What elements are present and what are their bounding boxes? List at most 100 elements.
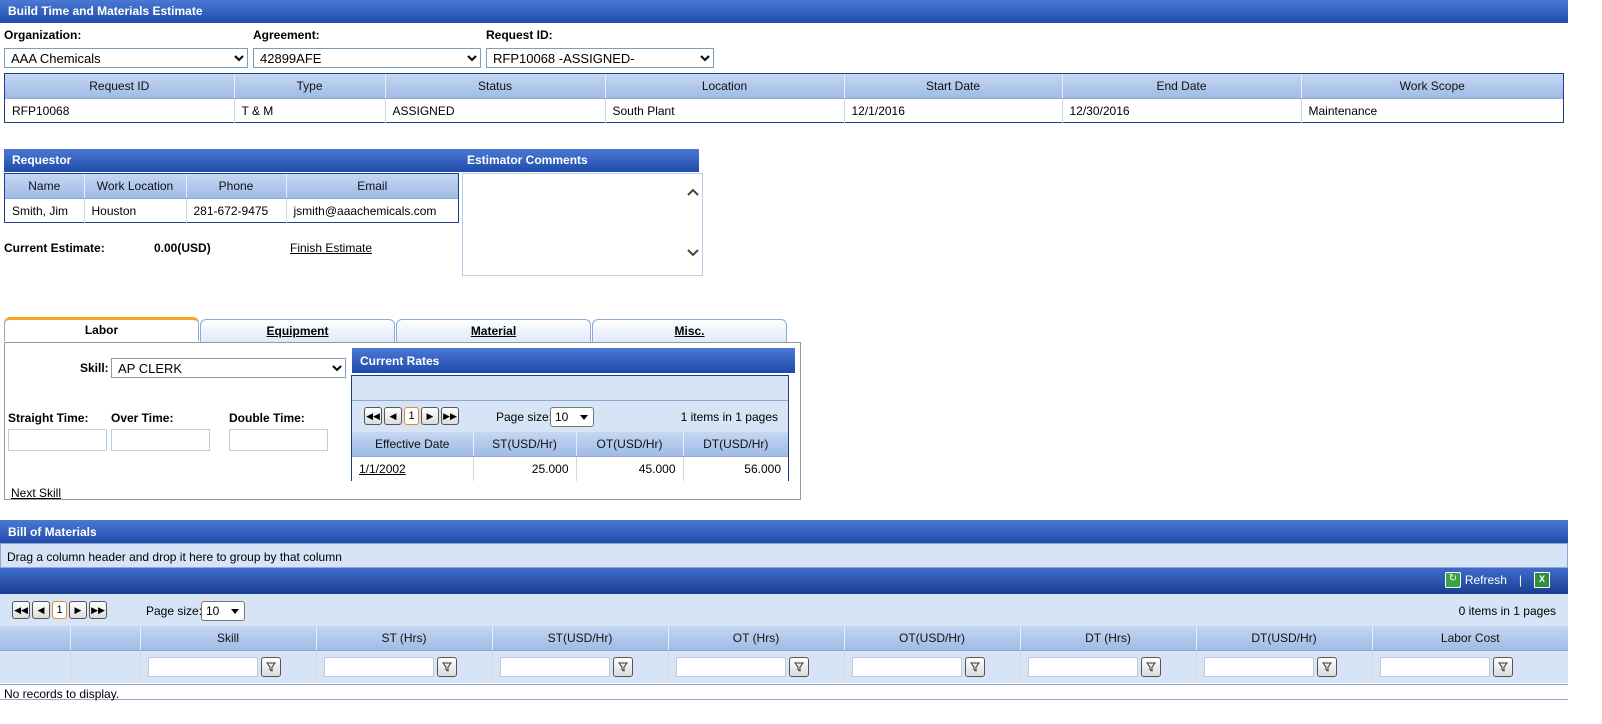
filter-input[interactable]	[499, 657, 610, 677]
first-page-icon[interactable]: ◀◀	[12, 601, 30, 619]
page-title: Build Time and Materials Estimate	[8, 4, 203, 18]
filter-icon[interactable]	[612, 657, 633, 677]
col-header[interactable]: OT(USD/Hr)	[576, 432, 684, 457]
filter-icon[interactable]	[788, 657, 809, 677]
filter-icon[interactable]	[1140, 657, 1161, 677]
cell-location: South Plant	[605, 98, 845, 123]
col-header[interactable]: Labor Cost	[1372, 626, 1568, 651]
tab-misc[interactable]: Misc.	[592, 319, 787, 343]
filter-input[interactable]	[323, 657, 434, 677]
cell-request-id: RFP10068	[5, 98, 235, 123]
col-header[interactable]: Work Scope	[1301, 74, 1563, 99]
cell-status: ASSIGNED	[385, 98, 606, 123]
bom-table: Skill ST (Hrs) ST(USD/Hr) OT (Hrs) OT(US…	[0, 626, 1568, 683]
table-row[interactable]: Smith, Jim Houston 281-672-9475 jsmith@a…	[5, 198, 458, 223]
organization-select[interactable]: AAA Chemicals	[4, 48, 248, 68]
filter-cell-ot-rate	[844, 650, 1021, 683]
filter-cell-skill	[140, 650, 317, 683]
filter-icon[interactable]	[260, 657, 281, 677]
table-row[interactable]: 1/1/2002 25.000 45.000 56.000	[352, 456, 788, 481]
last-page-icon[interactable]: ▶▶	[441, 407, 459, 425]
col-header[interactable]: OT (Hrs)	[668, 626, 845, 651]
prev-page-icon[interactable]: ◀	[384, 407, 402, 425]
col-header[interactable]: Status	[385, 74, 606, 99]
col-header[interactable]: Skill	[140, 626, 317, 651]
filter-icon[interactable]	[1492, 657, 1513, 677]
filter-input[interactable]	[675, 657, 786, 677]
finish-estimate-link[interactable]: Finish Estimate	[290, 241, 372, 255]
col-header[interactable]: Email	[286, 174, 458, 199]
bom-title: Bill of Materials	[8, 525, 97, 539]
filter-input[interactable]	[1203, 657, 1314, 677]
double-time-input[interactable]	[229, 429, 328, 451]
bom-page-size-select[interactable]: 10	[201, 601, 245, 621]
col-header[interactable]: Location	[605, 74, 845, 99]
bom-pager: ◀◀ ◀ 1 ▶ ▶▶	[12, 601, 109, 619]
col-header[interactable]: Request ID	[5, 74, 235, 99]
tab-labor[interactable]: Labor	[4, 317, 199, 341]
next-page-icon[interactable]: ▶	[421, 407, 439, 425]
filter-input[interactable]	[851, 657, 962, 677]
col-header[interactable]: ST(USD/Hr)	[473, 432, 577, 457]
filter-icon[interactable]	[1316, 657, 1337, 677]
col-header[interactable]: ST(USD/Hr)	[492, 626, 669, 651]
cell-work-location: Houston	[84, 198, 187, 223]
over-time-input[interactable]	[111, 429, 210, 451]
col-header[interactable]: Work Location	[84, 174, 187, 199]
next-page-icon[interactable]: ▶	[69, 601, 87, 619]
request-id-select[interactable]: RFP10068 -ASSIGNED-	[486, 48, 714, 68]
export-excel-icon[interactable]: X	[1534, 572, 1550, 588]
empty-text: No records to display.	[4, 687, 120, 701]
col-header[interactable]: DT (Hrs)	[1020, 626, 1197, 651]
tab-equipment[interactable]: Equipment	[200, 319, 395, 343]
effective-date-link[interactable]: 1/1/2002	[359, 462, 406, 476]
request-id-label: Request ID:	[486, 28, 553, 42]
col-header[interactable]: DT(USD/Hr)	[683, 432, 788, 457]
filter-input[interactable]	[1027, 657, 1138, 677]
cell-email: jsmith@aaachemicals.com	[293, 204, 437, 218]
page-number[interactable]: 1	[404, 407, 419, 425]
col-header[interactable]: DT(USD/Hr)	[1196, 626, 1373, 651]
tab-material[interactable]: Material	[396, 319, 591, 343]
cell-effective-date: 1/1/2002	[352, 456, 474, 481]
cell-ot-rate: 45.000	[576, 456, 684, 481]
scroll-down-icon[interactable]	[686, 247, 700, 261]
next-skill-link[interactable]: Next Skill	[11, 486, 61, 500]
prev-page-icon[interactable]: ◀	[32, 601, 50, 619]
page-number[interactable]: 1	[52, 601, 67, 619]
col-header[interactable]: OT(USD/Hr)	[844, 626, 1021, 651]
agreement-label: Agreement:	[253, 28, 320, 42]
col-header	[70, 626, 141, 651]
bom-filter-row	[0, 650, 1568, 683]
rates-page-size-label: Page size:	[496, 410, 553, 424]
double-time-label: Double Time:	[229, 411, 305, 425]
col-header[interactable]: Name	[5, 174, 85, 199]
filter-icon[interactable]	[436, 657, 457, 677]
bom-toolbar: ↻ Refresh | X	[0, 568, 1568, 594]
filter-icon[interactable]	[964, 657, 985, 677]
straight-time-input[interactable]	[8, 429, 107, 451]
filter-input[interactable]	[1379, 657, 1490, 677]
table-row[interactable]: RFP10068 T & M ASSIGNED South Plant 12/1…	[5, 98, 1563, 123]
filter-input[interactable]	[147, 657, 258, 677]
bom-header-bar: Bill of Materials	[0, 520, 1568, 543]
rates-table: Effective Date ST(USD/Hr) OT(USD/Hr) DT(…	[352, 432, 788, 481]
col-header[interactable]: Type	[234, 74, 386, 99]
last-page-icon[interactable]: ▶▶	[89, 601, 107, 619]
skill-select[interactable]: AP CLERK	[111, 358, 346, 378]
estimator-comments-textarea[interactable]	[462, 173, 703, 276]
refresh-button[interactable]: ↻ Refresh	[1444, 572, 1507, 588]
agreement-select[interactable]: 42899AFE	[253, 48, 481, 68]
col-header[interactable]: ST (Hrs)	[316, 626, 493, 651]
rates-page-size-select[interactable]: 10	[550, 407, 594, 427]
bom-group-panel[interactable]: Drag a column header and drop it here to…	[0, 543, 1568, 568]
page-title-bar: Build Time and Materials Estimate	[0, 0, 1568, 23]
col-header[interactable]: Effective Date	[352, 432, 474, 457]
col-header[interactable]: Start Date	[844, 74, 1063, 99]
col-header[interactable]: Phone	[186, 174, 287, 199]
cell-end-date: 12/30/2016	[1062, 98, 1302, 123]
first-page-icon[interactable]: ◀◀	[364, 407, 382, 425]
col-header[interactable]: End Date	[1062, 74, 1302, 99]
bom-page-size-label: Page size:	[146, 604, 203, 618]
scroll-up-icon[interactable]	[686, 186, 700, 200]
